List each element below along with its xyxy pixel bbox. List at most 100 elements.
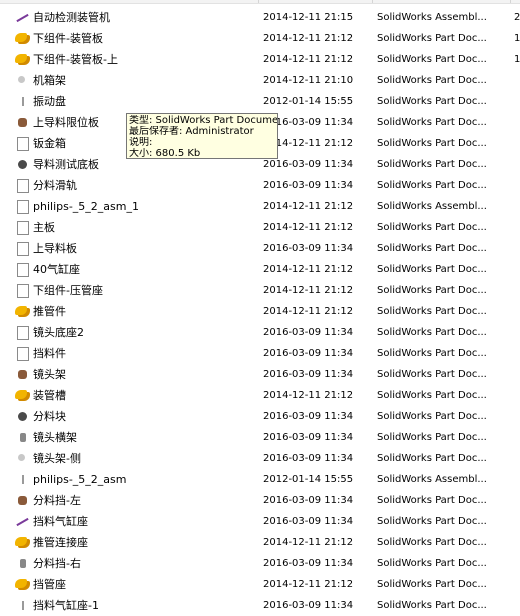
part-icon: [15, 452, 30, 465]
file-row[interactable]: 振动盘 2012-01-14 15:55 SolidWorks Part Doc..…: [0, 91, 520, 112]
part-icon: [15, 368, 30, 381]
file-row[interactable]: 挡料气缸座 2016-03-09 11:34 SolidWorks Part Doc…: [0, 511, 520, 532]
document-icon: [15, 137, 30, 151]
file-row[interactable]: 镜头架-侧 2016-03-09 11:34 SolidWorks Part Doc…: [0, 448, 520, 469]
file-type: SolidWorks Part Doc...: [377, 306, 487, 317]
file-type: SolidWorks Assembl...: [377, 12, 487, 23]
file-type: SolidWorks Part Doc...: [377, 537, 487, 548]
file-name: 分料滑轨: [33, 179, 77, 192]
document-icon: [15, 326, 30, 340]
file-row[interactable]: 分料挡-右 2016-03-09 11:34 SolidWorks Part Doc…: [0, 553, 520, 574]
part-icon: [15, 116, 30, 129]
file-modified-date: 2014-12-11 21:12: [263, 537, 354, 548]
file-type: SolidWorks Part Doc...: [377, 285, 487, 296]
file-type: SolidWorks Part Doc...: [377, 348, 487, 359]
file-modified-date: 2014-12-11 21:12: [263, 579, 354, 590]
file-row[interactable]: 分料块 2016-03-09 11:34 SolidWorks Part Doc..…: [0, 406, 520, 427]
file-row[interactable]: 装管槽 2014-12-11 21:12 SolidWorks Part Doc..…: [0, 385, 520, 406]
file-modified-date: 2014-12-11 21:12: [263, 201, 354, 212]
document-icon: [15, 179, 30, 193]
file-row[interactable]: 分料挡-左 2016-03-09 11:34 SolidWorks Part Doc…: [0, 490, 520, 511]
file-modified-date: 2016-03-09 11:34: [263, 159, 354, 170]
file-name: 下组件-装管板: [33, 32, 103, 45]
file-row[interactable]: 机箱架 2014-12-11 21:10 SolidWorks Part Doc..…: [0, 70, 520, 91]
file-row[interactable]: 下组件-压管座 2014-12-11 21:12 SolidWorks Part D…: [0, 280, 520, 301]
document-icon: [15, 284, 30, 298]
file-row[interactable]: 挡料件 2016-03-09 11:34 SolidWorks Part Doc..…: [0, 343, 520, 364]
file-modified-date: 2016-03-09 11:34: [263, 180, 354, 191]
file-modified-date: 2014-12-11 21:12: [263, 285, 354, 296]
file-name: 40气缸座: [33, 263, 80, 276]
file-modified-date: 2016-03-09 11:34: [263, 348, 354, 359]
file-name: 下组件-压管座: [33, 284, 103, 297]
file-row[interactable]: philips-_5_2_asm 2012-01-14 15:55 SolidWor…: [0, 469, 520, 490]
file-modified-date: 2016-03-09 11:34: [263, 558, 354, 569]
file-row[interactable]: 上导料板 2016-03-09 11:34 SolidWorks Part Doc.…: [0, 238, 520, 259]
tooltip-description: 说明:: [129, 137, 153, 148]
file-row[interactable]: philips-_5_2_asm_1 2014-12-11 21:12 SolidW…: [0, 196, 520, 217]
file-type: SolidWorks Part Doc...: [377, 327, 487, 338]
tooltip-size: 大小: 680.5 Kb: [129, 148, 201, 159]
document-icon: [15, 242, 30, 256]
file-type: SolidWorks Part Doc...: [377, 222, 487, 233]
file-modified-date: 2016-03-09 11:34: [263, 432, 354, 443]
file-modified-date: 2014-12-11 21:15: [263, 12, 354, 23]
file-row[interactable]: 镜头横架 2016-03-09 11:34 SolidWorks Part Doc.…: [0, 427, 520, 448]
file-type: SolidWorks Part Doc...: [377, 369, 487, 380]
file-row[interactable]: 下组件-装管板 2014-12-11 21:12 SolidWorks Part D…: [0, 28, 520, 49]
part-icon: [15, 473, 30, 486]
file-row[interactable]: 下组件-装管板-上 2014-12-11 21:12 SolidWorks Part…: [0, 49, 520, 70]
file-type: SolidWorks Assembl...: [377, 201, 487, 212]
file-row[interactable]: 推管件 2014-12-11 21:12 SolidWorks Part Doc..…: [0, 301, 520, 322]
part-icon: [15, 599, 30, 612]
file-name: 主板: [33, 221, 55, 234]
file-modified-date: 2016-03-09 11:34: [263, 327, 354, 338]
file-row[interactable]: 推管连接座 2014-12-11 21:12 SolidWorks Part Doc…: [0, 532, 520, 553]
file-type: SolidWorks Part Doc...: [377, 33, 487, 44]
file-modified-date: 2012-01-14 15:55: [263, 96, 354, 107]
tooltip-last-saved-by: 最后保存者: Administrator: [129, 126, 254, 137]
file-row[interactable]: 挡料气缸座-1 2016-03-09 11:34 SolidWorks Part D…: [0, 595, 520, 616]
file-name: 镜头架-侧: [33, 452, 81, 465]
assembly-icon: [15, 578, 30, 591]
file-modified-date: 2016-03-09 11:34: [263, 369, 354, 380]
file-name: 推管件: [33, 305, 66, 318]
file-type: SolidWorks Part Doc...: [377, 558, 487, 569]
file-type: SolidWorks Part Doc...: [377, 600, 487, 611]
file-size: 1: [514, 33, 520, 44]
file-name: 挡料气缸座: [33, 515, 88, 528]
file-name: 镜头横架: [33, 431, 77, 444]
file-row[interactable]: 40气缸座 2014-12-11 21:12 SolidWorks Part Doc…: [0, 259, 520, 280]
file-type: SolidWorks Part Doc...: [377, 54, 487, 65]
part-icon: [15, 410, 30, 423]
file-modified-date: 2016-03-09 11:34: [263, 117, 354, 128]
file-row[interactable]: 镜头底座2 2016-03-09 11:34 SolidWorks Part Doc…: [0, 322, 520, 343]
file-row[interactable]: 镜头架 2016-03-09 11:34 SolidWorks Part Doc..…: [0, 364, 520, 385]
file-name: 分料挡-右: [33, 557, 81, 570]
part-icon: [15, 557, 30, 570]
column-divider[interactable]: [258, 0, 259, 3]
file-row[interactable]: 自动检测装管机 2014-12-11 21:15 SolidWorks Assemb…: [0, 7, 520, 28]
file-type: SolidWorks Part Doc...: [377, 264, 487, 275]
file-row[interactable]: 挡管座 2014-12-11 21:12 SolidWorks Part Doc..…: [0, 574, 520, 595]
document-icon: [15, 221, 30, 235]
file-name: 镜头底座2: [33, 326, 84, 339]
file-modified-date: 2014-12-11 21:10: [263, 75, 354, 86]
file-type: SolidWorks Part Doc...: [377, 516, 487, 527]
file-name: 自动检测装管机: [33, 11, 110, 24]
file-name: 上导料板: [33, 242, 77, 255]
file-name: philips-_5_2_asm_1: [33, 200, 139, 213]
file-type: SolidWorks Part Doc...: [377, 243, 487, 254]
file-row[interactable]: 分料滑轨 2016-03-09 11:34 SolidWorks Part Doc.…: [0, 175, 520, 196]
file-name: 镜头架: [33, 368, 66, 381]
column-divider[interactable]: [372, 0, 373, 3]
file-type: SolidWorks Part Doc...: [377, 579, 487, 590]
file-name: 挡料件: [33, 347, 66, 360]
column-header-strip[interactable]: [0, 0, 520, 4]
file-row[interactable]: 主板 2014-12-11 21:12 SolidWorks Part Doc...: [0, 217, 520, 238]
file-type: SolidWorks Part Doc...: [377, 495, 487, 506]
document-icon: [15, 200, 30, 214]
column-divider[interactable]: [510, 0, 511, 3]
file-modified-date: 2014-12-11 21:12: [263, 390, 354, 401]
file-modified-date: 2016-03-09 11:34: [263, 243, 354, 254]
